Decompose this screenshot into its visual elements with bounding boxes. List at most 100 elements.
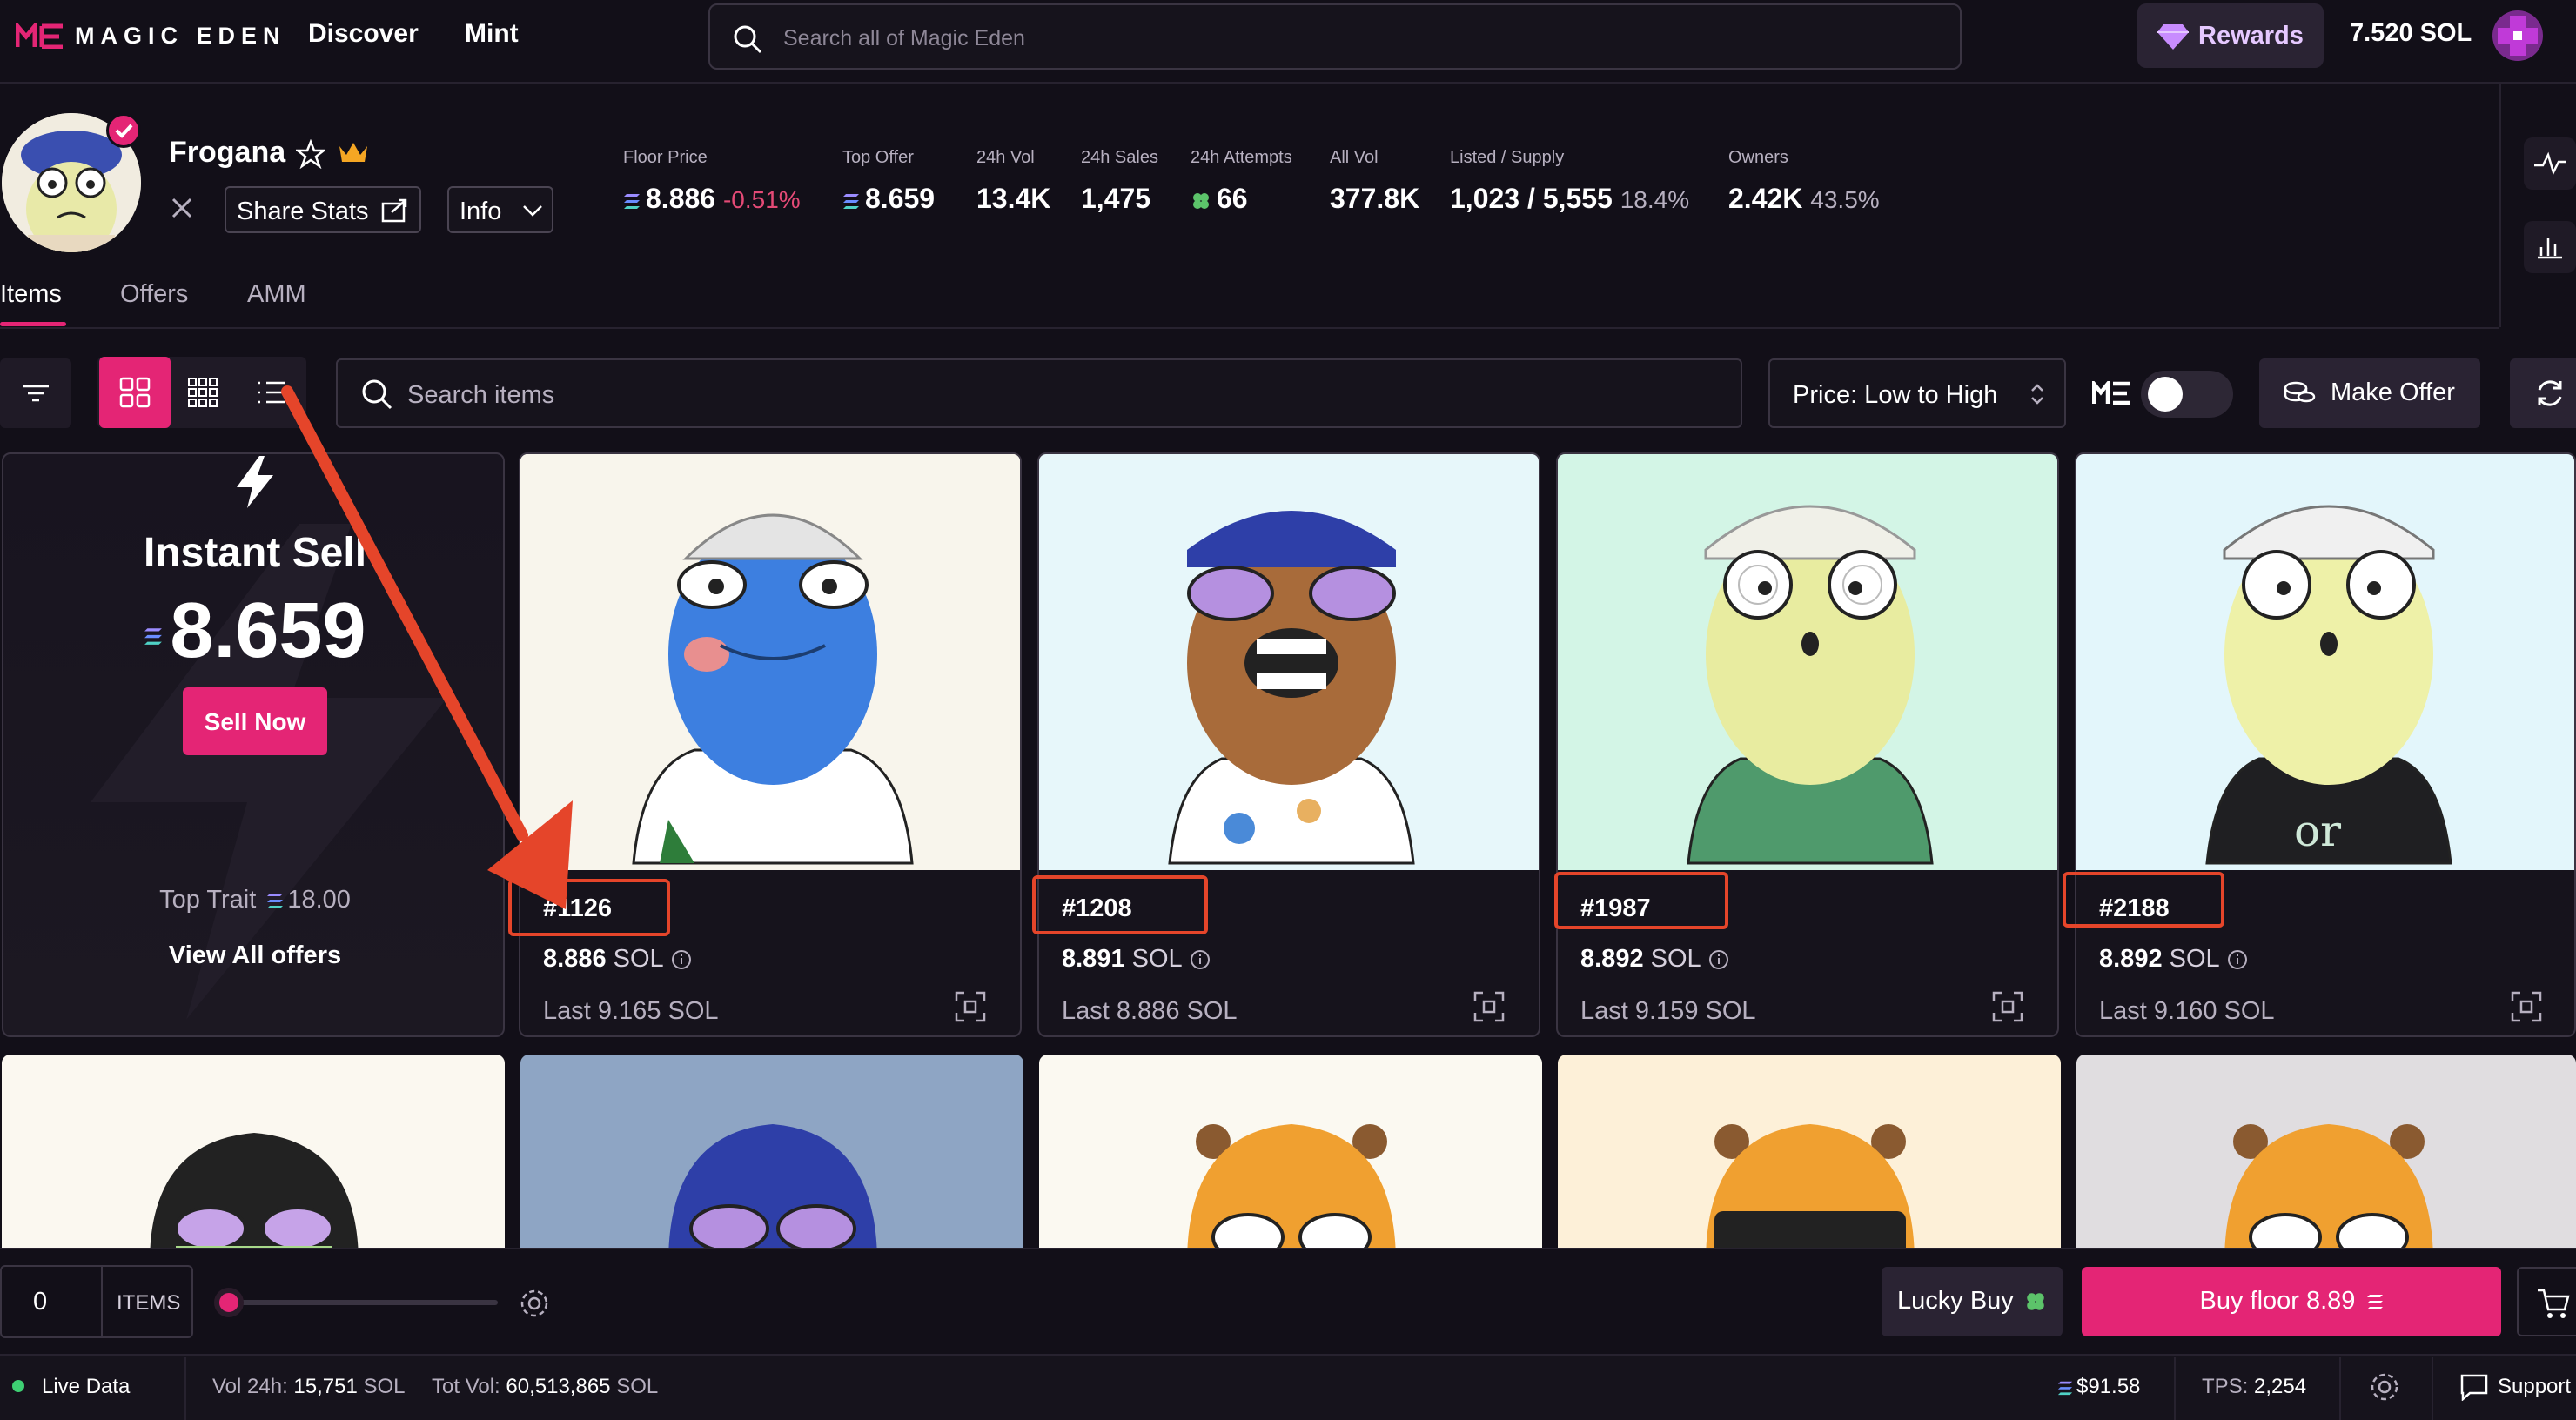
me-logo-icon[interactable]	[16, 23, 66, 49]
nft-last-sale: Last 8.886 SOL	[1062, 997, 1238, 1025]
sweep-slider-track[interactable]	[228, 1300, 498, 1305]
volume-24h: Vol 24h: 15,751 SOL	[212, 1375, 406, 1398]
arrow-annotation	[261, 383, 592, 914]
buy-floor-label: Buy floor 8.89	[2082, 1287, 2501, 1316]
buy-floor-button[interactable]: Buy floor 8.89	[2082, 1267, 2501, 1336]
expand-icon[interactable]	[2510, 990, 2543, 1023]
settings-icon[interactable]	[2369, 1371, 2400, 1403]
stat-top-offer-label: Top Offer	[842, 148, 914, 167]
tabs-divider	[0, 327, 2499, 329]
cart-button[interactable]	[2517, 1267, 2576, 1336]
divider	[101, 1267, 103, 1336]
total-volume: Tot Vol: 60,513,865 SOL	[432, 1375, 659, 1398]
refresh-button[interactable]	[2510, 358, 2576, 428]
wallet-balance[interactable]: 7.520 SOL	[2350, 19, 2472, 48]
nav-mint[interactable]: Mint	[465, 19, 519, 49]
highlight-box	[2063, 872, 2224, 928]
me-listings-toggle[interactable]	[2141, 371, 2233, 418]
share-stats-button[interactable]: Share Stats	[225, 186, 421, 233]
sweep-count-input[interactable]: 0 ITEMS	[0, 1265, 193, 1338]
filter-icon	[19, 379, 52, 407]
settings-icon[interactable]	[519, 1288, 550, 1319]
nft-card[interactable]	[2076, 1055, 2576, 1263]
search-icon	[733, 24, 762, 54]
nft-image: or	[2076, 454, 2574, 870]
nft-card[interactable]: #1126 8.886 SOL Last 9.165 SOL	[519, 452, 1022, 1037]
filter-button[interactable]	[0, 358, 71, 428]
star-icon[interactable]	[296, 139, 325, 169]
stat-all-vol-label: All Vol	[1330, 148, 1379, 167]
stat-owners-label: Owners	[1728, 148, 1788, 167]
solana-icon	[2057, 1379, 2073, 1397]
tab-items[interactable]: Items	[0, 280, 62, 309]
x-icon[interactable]	[171, 197, 193, 219]
info-icon[interactable]	[671, 949, 692, 970]
stat-owners-pct: 43.5%	[1810, 186, 1880, 213]
sol-price: $91.58	[2057, 1375, 2140, 1399]
nft-card[interactable]: or #2188 8.892 SOL Last 9.160 SOL	[2075, 452, 2576, 1037]
grid-large-view-button[interactable]	[99, 357, 171, 428]
global-search-placeholder: Search all of Magic Eden	[783, 26, 1025, 50]
lucky-buy-label: Lucky Buy	[1897, 1287, 2047, 1316]
make-offer-button[interactable]: Make Offer	[2259, 358, 2480, 428]
sweep-items-label: ITEMS	[117, 1291, 181, 1315]
grid-small-icon[interactable]	[186, 376, 219, 409]
info-icon[interactable]	[1708, 949, 1729, 970]
active-tab-indicator	[0, 322, 66, 326]
solana-icon	[144, 625, 163, 647]
info-icon[interactable]	[1190, 949, 1211, 970]
tab-offers[interactable]: Offers	[120, 280, 188, 309]
stat-24h-sales-value: 1,475	[1081, 183, 1151, 214]
sort-select[interactable]: Price: Low to High	[1768, 358, 2066, 428]
stat-floor-label: Floor Price	[623, 148, 708, 167]
nft-image	[520, 454, 1020, 870]
lucky-buy-button[interactable]: Lucky Buy	[1882, 1267, 2063, 1336]
nft-card[interactable]: #1208 8.891 SOL Last 8.886 SOL	[1037, 452, 1540, 1037]
info-label: Info	[460, 198, 502, 225]
info-icon[interactable]	[2227, 949, 2248, 970]
nft-price: 8.891 SOL	[1062, 945, 1211, 974]
right-rail-divider	[2499, 84, 2501, 327]
tab-amm[interactable]: AMM	[247, 280, 306, 309]
user-avatar[interactable]	[2492, 10, 2543, 61]
share-stats-label: Share Stats	[237, 198, 369, 225]
nft-card[interactable]: #1987 8.892 SOL Last 9.159 SOL	[1556, 452, 2059, 1037]
nft-price: 8.886 SOL	[543, 945, 692, 974]
nft-image	[1039, 454, 1539, 870]
live-data-label[interactable]: Live Data	[42, 1375, 130, 1399]
sweep-slider-handle[interactable]	[214, 1288, 244, 1317]
me-logo-icon	[2092, 381, 2132, 405]
share-icon	[381, 198, 409, 223]
rewards-button[interactable]: Rewards	[2137, 3, 2324, 68]
support-link[interactable]: Support	[2498, 1375, 2571, 1399]
nft-card[interactable]	[1558, 1055, 2061, 1263]
view-all-offers-link[interactable]: View All offers	[3, 941, 503, 970]
expand-icon[interactable]	[1472, 990, 1506, 1023]
nft-last-sale: Last 9.165 SOL	[543, 997, 719, 1025]
expand-icon[interactable]	[1991, 990, 2024, 1023]
nav-discover[interactable]: Discover	[308, 19, 419, 49]
expand-icon[interactable]	[954, 990, 987, 1023]
solana-icon	[842, 191, 860, 211]
tps-readout: TPS: 2,254	[2202, 1375, 2307, 1398]
activity-icon[interactable]	[2524, 137, 2576, 190]
nft-last-sale: Last 9.160 SOL	[2099, 997, 2275, 1025]
bar-chart-icon[interactable]	[2524, 221, 2576, 273]
nft-card[interactable]	[520, 1055, 1023, 1263]
nft-card[interactable]	[2, 1055, 505, 1263]
collection-name: Frogana	[169, 136, 286, 169]
grid-large-icon	[118, 376, 151, 409]
stat-24h-attempts-value: 66	[1191, 183, 1248, 215]
stat-24h-vol-value: 13.4K	[976, 183, 1051, 214]
divider	[2174, 1357, 2176, 1420]
stat-listed-label: Listed / Supply	[1450, 148, 1565, 167]
global-search-input[interactable]: Search all of Magic Eden	[708, 3, 1962, 70]
info-button[interactable]: Info	[447, 186, 553, 233]
nft-card[interactable]	[1039, 1055, 1542, 1263]
brand-name[interactable]: MAGIC EDEN	[75, 23, 286, 50]
nft-last-sale: Last 9.159 SOL	[1580, 997, 1756, 1025]
make-offer-label: Make Offer	[2331, 378, 2455, 406]
stat-floor-change: -0.51%	[722, 186, 801, 213]
stat-top-offer-value: 8.659	[842, 183, 935, 215]
diamond-icon	[2157, 23, 2190, 50]
